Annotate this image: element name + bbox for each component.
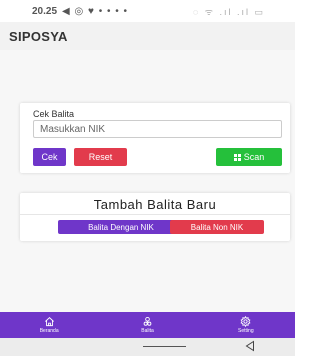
baby-icon <box>143 317 152 326</box>
main-content: Cek Balita Cek Reset Scan Tambah Balita … <box>0 50 295 312</box>
notification-icons: ◀ ◎ ♥ • • • • <box>62 5 129 17</box>
cek-balita-card: Cek Balita Cek Reset Scan <box>20 103 290 173</box>
nav-item-beranda[interactable]: Beranda <box>0 312 98 338</box>
status-bar: 20.25 ◀ ◎ ♥ • • • • ◌ ᯤ .ıl .ıl ▭ <box>0 0 295 22</box>
cek-button[interactable]: Cek <box>33 148 66 166</box>
home-gesture-pill[interactable] <box>143 346 186 347</box>
tambah-balita-heading: Tambah Balita Baru <box>93 197 217 212</box>
scan-button[interactable]: Scan <box>216 148 282 166</box>
nav-item-balita[interactable]: Balita <box>98 312 196 338</box>
back-triangle-icon[interactable] <box>245 340 255 352</box>
nav-item-setting[interactable]: Setting <box>197 312 295 338</box>
nav-label-beranda: Beranda <box>39 328 59 334</box>
system-navigation-bar <box>0 338 295 356</box>
balita-non-nik-button[interactable]: Balita Non NIK <box>170 220 264 234</box>
app-bar: SIPOSYA <box>0 22 295 50</box>
bottom-navigation: Beranda Balita Setting <box>0 312 295 338</box>
status-time: 20.25 <box>32 5 58 17</box>
reset-button[interactable]: Reset <box>74 148 127 166</box>
app-title: SIPOSYA <box>9 28 68 44</box>
system-status-icons: ◌ ᯤ .ıl .ıl ▭ <box>192 6 265 17</box>
nik-input[interactable] <box>33 120 282 138</box>
nav-label-setting: Setting <box>238 328 254 334</box>
scan-label: Scan <box>243 152 265 162</box>
tambah-balita-card: Tambah Balita Baru Balita Dengan NIK Bal… <box>20 193 290 241</box>
divider <box>20 214 290 215</box>
gear-icon <box>240 316 251 327</box>
nav-label-balita: Balita <box>141 328 154 334</box>
qr-scan-icon <box>233 153 241 161</box>
home-icon <box>44 317 54 327</box>
cek-balita-label: Cek Balita <box>33 109 75 119</box>
balita-dengan-nik-button[interactable]: Balita Dengan NIK <box>58 220 184 234</box>
